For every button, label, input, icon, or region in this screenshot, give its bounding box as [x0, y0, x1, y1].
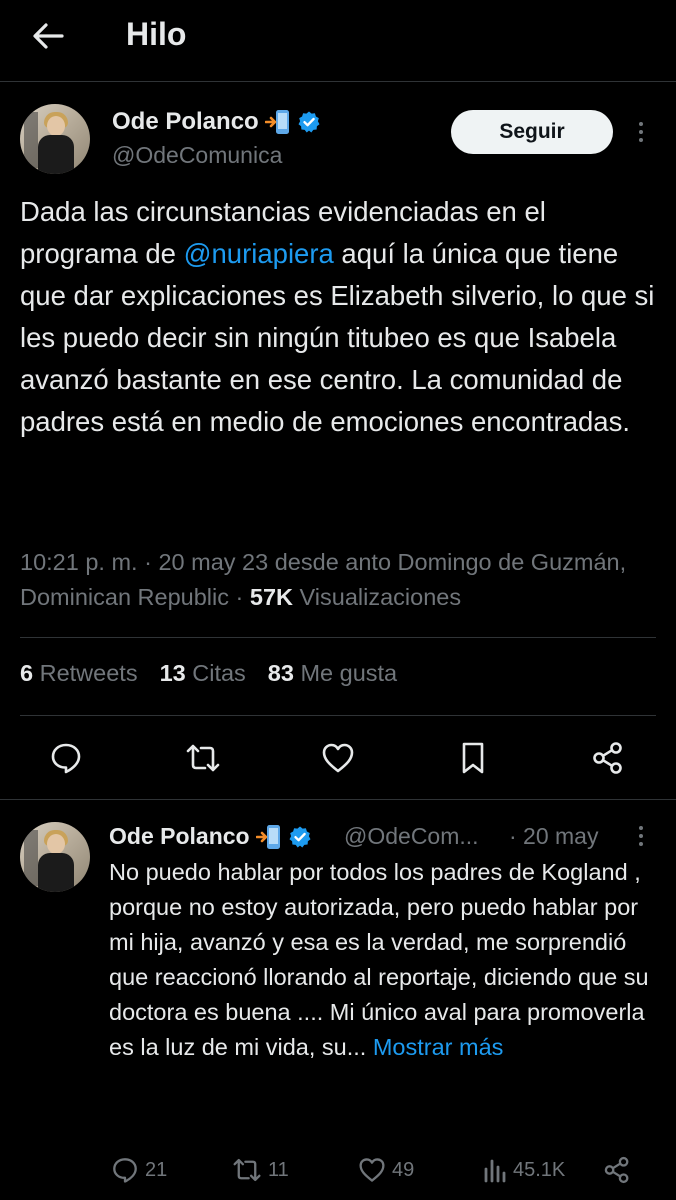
divider — [0, 799, 676, 800]
quotes-count: 13 — [159, 660, 186, 686]
tweet-text: Dada las circunstancias evidenciadas en … — [20, 191, 660, 443]
more-options-icon[interactable] — [631, 117, 651, 147]
author-name[interactable]: Ode Polanco — [112, 108, 321, 136]
reply-replies-count: 21 — [145, 1158, 168, 1181]
arrow-left-icon — [33, 23, 64, 49]
top-bar: Hilo — [0, 0, 676, 82]
reply-views-count: 45.1K — [513, 1158, 566, 1181]
reply-text: No puedo hablar por todos los padres de … — [109, 855, 649, 1065]
back-button[interactable] — [28, 16, 68, 56]
retweet-button[interactable] — [185, 740, 221, 776]
likes-stat[interactable]: 83 Me gusta — [268, 660, 397, 687]
mention-link[interactable]: @nuriapiera — [184, 238, 334, 269]
author-handle[interactable]: @OdeComunica — [112, 142, 282, 169]
quotes-label: Citas — [192, 660, 246, 686]
likes-count: 83 — [267, 660, 294, 686]
follow-button[interactable]: Seguir — [451, 110, 613, 154]
divider — [20, 715, 656, 716]
reply-avatar[interactable] — [20, 822, 90, 892]
reply-icon — [113, 1158, 137, 1183]
show-more-link[interactable]: Mostrar más — [373, 1034, 504, 1060]
share-button[interactable] — [590, 740, 626, 776]
reply-retweets-count: 11 — [268, 1158, 289, 1181]
reply-author-name[interactable]: Ode Polanco — [109, 823, 312, 850]
retweet-icon — [233, 1158, 261, 1182]
reply-button[interactable] — [48, 740, 84, 776]
reply-share-button[interactable] — [603, 1154, 631, 1186]
views-count: 57K — [249, 584, 294, 610]
tweet-time[interactable]: 10:21 p. m. — [20, 549, 138, 575]
likes-label: Me gusta — [300, 660, 398, 686]
reply-more-options-icon[interactable] — [631, 821, 651, 851]
share-icon — [604, 1156, 629, 1184]
reply-author-handle[interactable]: @OdeCom... — [344, 823, 479, 850]
divider — [20, 637, 656, 638]
author-name-label: Ode Polanco — [112, 108, 259, 135]
reply-retweet-button[interactable]: 11 — [232, 1154, 289, 1186]
avatar[interactable] — [20, 104, 90, 174]
bookmark-button[interactable] — [455, 740, 491, 776]
retweets-label: Retweets — [39, 660, 138, 686]
reply-replies-button[interactable]: 21 — [111, 1154, 167, 1186]
reply-views-button[interactable]: 45.1K — [483, 1154, 565, 1186]
retweet-icon — [186, 744, 220, 772]
verified-badge-icon — [289, 826, 311, 847]
reply-icon — [51, 743, 81, 774]
heart-icon — [322, 743, 354, 773]
analytics-icon — [484, 1159, 506, 1183]
share-icon — [593, 742, 622, 774]
verified-badge-icon — [298, 111, 320, 133]
tweet-date[interactable]: 20 may 23 — [158, 549, 268, 575]
reply-likes-count: 49 — [392, 1158, 415, 1181]
retweets-count: 6 — [20, 660, 34, 686]
tweet-meta: 10:21 p. m. · 20 may 23 desde anto Domin… — [20, 549, 627, 610]
heart-icon — [359, 1158, 385, 1182]
like-button[interactable] — [320, 740, 356, 776]
tweet-stats: 6 Retweets 13 Citas 83 Me gusta — [20, 660, 397, 687]
quotes-stat[interactable]: 13 Citas — [160, 660, 246, 687]
retweets-stat[interactable]: 6 Retweets — [20, 660, 138, 687]
page-title: Hilo — [126, 16, 187, 52]
reply-like-button[interactable]: 49 — [358, 1154, 414, 1186]
reply-author-name-label: Ode Polanco — [109, 823, 250, 849]
reply-date[interactable]: · 20 may — [509, 823, 598, 850]
phone-arrow-emoji-icon — [264, 110, 289, 134]
reply-text-body: No puedo hablar por todos los padres de … — [109, 859, 649, 1060]
phone-arrow-emoji-icon — [255, 824, 280, 849]
bookmark-icon — [462, 742, 484, 774]
views-label: Visualizaciones — [299, 584, 462, 610]
